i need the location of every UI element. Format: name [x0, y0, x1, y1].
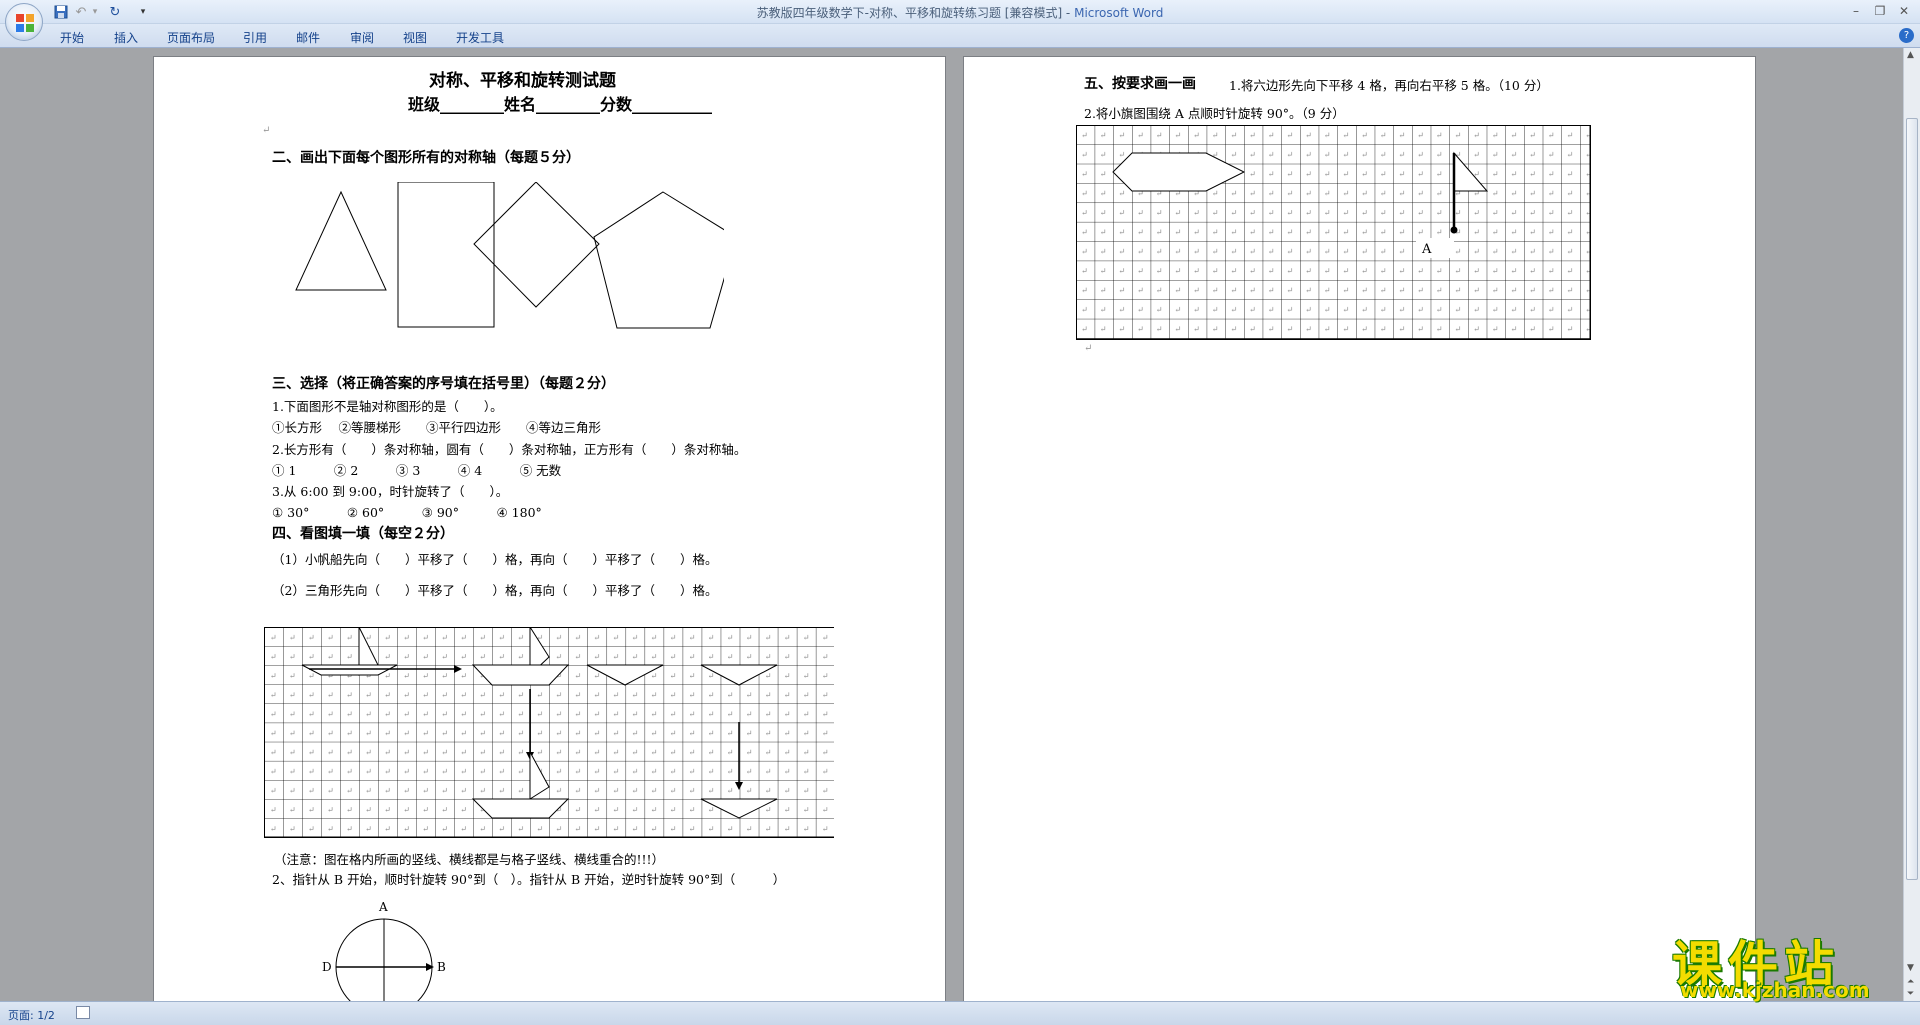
previous-page-icon[interactable]: ⏶ [1907, 977, 1914, 987]
rotation-dial: A B D [322, 900, 446, 1001]
scroll-thumb[interactable] [1906, 118, 1918, 880]
document-page-1[interactable]: 对称、平移和旋转测试题 班级________姓名________分数______… [153, 56, 946, 1001]
question-3-2-options: ① 1 ② 2 ③ 3 ④ 4 ⑤ 无数 [272, 463, 562, 478]
customize-toolbar-icon[interactable]: ▾ [134, 3, 152, 21]
minimize-icon[interactable]: – [1844, 2, 1868, 20]
question-5-2: 2.将小旗图围绕 A 点顺时针旋转 90°。（9 分） [1084, 106, 1345, 121]
question-3-3: 3.从 6:00 到 9:00，时针旋转了（ ）。 [272, 484, 509, 499]
status-bar: 页面: 1/2 [0, 1001, 1920, 1025]
question-5-1: 1.将六边形先向下平移 4 格，再向右平移 5 格。（10 分） [1229, 78, 1549, 93]
triangle-shape [295, 190, 387, 291]
tab-review[interactable]: 审阅 [350, 29, 374, 46]
point-a-label: A [1421, 242, 1432, 257]
tab-page-layout[interactable]: 页面布局 [167, 29, 215, 46]
grid-note: （注意：图在格内所画的竖线、横线都是与格子竖线、横线重合的!!!） [274, 852, 665, 867]
section-5-heading: 五、按要求画一画 [1084, 76, 1196, 92]
header-fields: 班级________姓名________分数__________ [408, 95, 713, 114]
document-page-2[interactable]: 五、按要求画一画 1.将六边形先向下平移 4 格，再向右平移 5 格。（10 分… [963, 56, 1756, 1001]
watermark-logo: 课件站 www.kjzhan.com [1672, 925, 1902, 1005]
page-title: 对称、平移和旋转测试题 [429, 71, 616, 91]
tab-insert[interactable]: 插入 [114, 29, 138, 46]
dial-label-d: D [322, 960, 332, 974]
section-4-heading: 四、看图填一填（每空２分） [272, 526, 454, 542]
translation-grid: ↵ [264, 627, 834, 838]
dial-label-a: A [378, 900, 388, 914]
restore-icon[interactable]: ❐ [1868, 2, 1892, 20]
watermark-url: www.kjzhan.com [1680, 978, 1870, 1002]
scroll-up-icon[interactable]: ▲ [1907, 50, 1914, 60]
office-button[interactable] [5, 3, 43, 41]
tab-home[interactable]: 开始 [60, 29, 84, 46]
question-4-1: （1）小帆船先向（ ）平移了（ ）格，再向（ ）平移了（ ）格。 [272, 552, 718, 567]
document-title: 苏教版四年级数学下-对称、平移和旋转练习题 [兼容模式] - [756, 6, 1075, 20]
office-logo-icon [16, 14, 34, 32]
tab-view[interactable]: 视图 [403, 29, 427, 46]
vertical-scrollbar[interactable]: ▲ ▼ ⏶ ⏷ [1903, 48, 1920, 1001]
pentagon-shape [593, 191, 724, 329]
question-3-1: 1.下面图形不是轴对称图形的是（ ）。 [272, 399, 503, 414]
question-rotation: 2、指针从 B 开始，顺时针旋转 90°到（ ）。指针从 B 开始，逆时针旋转 … [272, 872, 786, 887]
window-title: 苏教版四年级数学下-对称、平移和旋转练习题 [兼容模式] - Microsoft… [0, 4, 1920, 21]
paragraph-mark: ↵ [1084, 343, 1093, 354]
undo-dropdown-icon[interactable]: ▾ [86, 3, 104, 21]
drawing-grid: ↵ A [1076, 125, 1591, 340]
scroll-down-icon[interactable]: ▼ [1907, 963, 1914, 973]
document-workspace[interactable]: 对称、平移和旋转测试题 班级________姓名________分数______… [0, 48, 1903, 1001]
proofing-icon[interactable] [76, 1006, 90, 1019]
redo-icon[interactable]: ↻ [106, 3, 124, 21]
question-3-3-options: ① 30° ② 60° ③ 90° ④ 180° [272, 505, 542, 520]
ribbon-tab-bar: 开始 插入 页面布局 引用 邮件 审阅 视图 开发工具 ? [0, 24, 1920, 48]
close-icon[interactable]: ✕ [1892, 2, 1916, 20]
tab-developer[interactable]: 开发工具 [456, 29, 504, 46]
tab-mailings[interactable]: 邮件 [296, 29, 320, 46]
save-icon[interactable] [52, 3, 70, 21]
section-2-heading: 二、画出下面每个图形所有的对称轴（每题５分） [272, 150, 580, 166]
paragraph-mark: ↵ [262, 125, 271, 136]
question-3-1-options: ①长方形 ②等腰梯形 ③平行四边形 ④等边三角形 [272, 420, 601, 435]
symmetry-shapes [295, 182, 724, 329]
rectangle-shape [397, 182, 495, 328]
point-a-dot [1450, 226, 1458, 234]
tab-references[interactable]: 引用 [243, 29, 267, 46]
title-bar: 苏教版四年级数学下-对称、平移和旋转练习题 [兼容模式] - Microsoft… [0, 0, 1920, 24]
dial-label-b: B [437, 960, 446, 974]
question-3-2: 2.长方形有（ ）条对称轴，圆有（ ）条对称轴，正方形有（ ）条对称轴。 [272, 442, 747, 457]
help-icon[interactable]: ? [1899, 28, 1914, 43]
app-name: Microsoft Word [1074, 6, 1164, 20]
next-page-icon[interactable]: ⏷ [1907, 989, 1914, 999]
page-count[interactable]: 页面: 1/2 [8, 1007, 55, 1023]
pointer-arrowhead-icon [426, 963, 434, 971]
square-diamond-shape [473, 182, 600, 308]
section-3-heading: 三、选择（将正确答案的序号填在括号里）（每题２分） [272, 376, 615, 392]
question-4-2: （2）三角形先向（ ）平移了（ ）格，再向（ ）平移了（ ）格。 [272, 583, 718, 598]
